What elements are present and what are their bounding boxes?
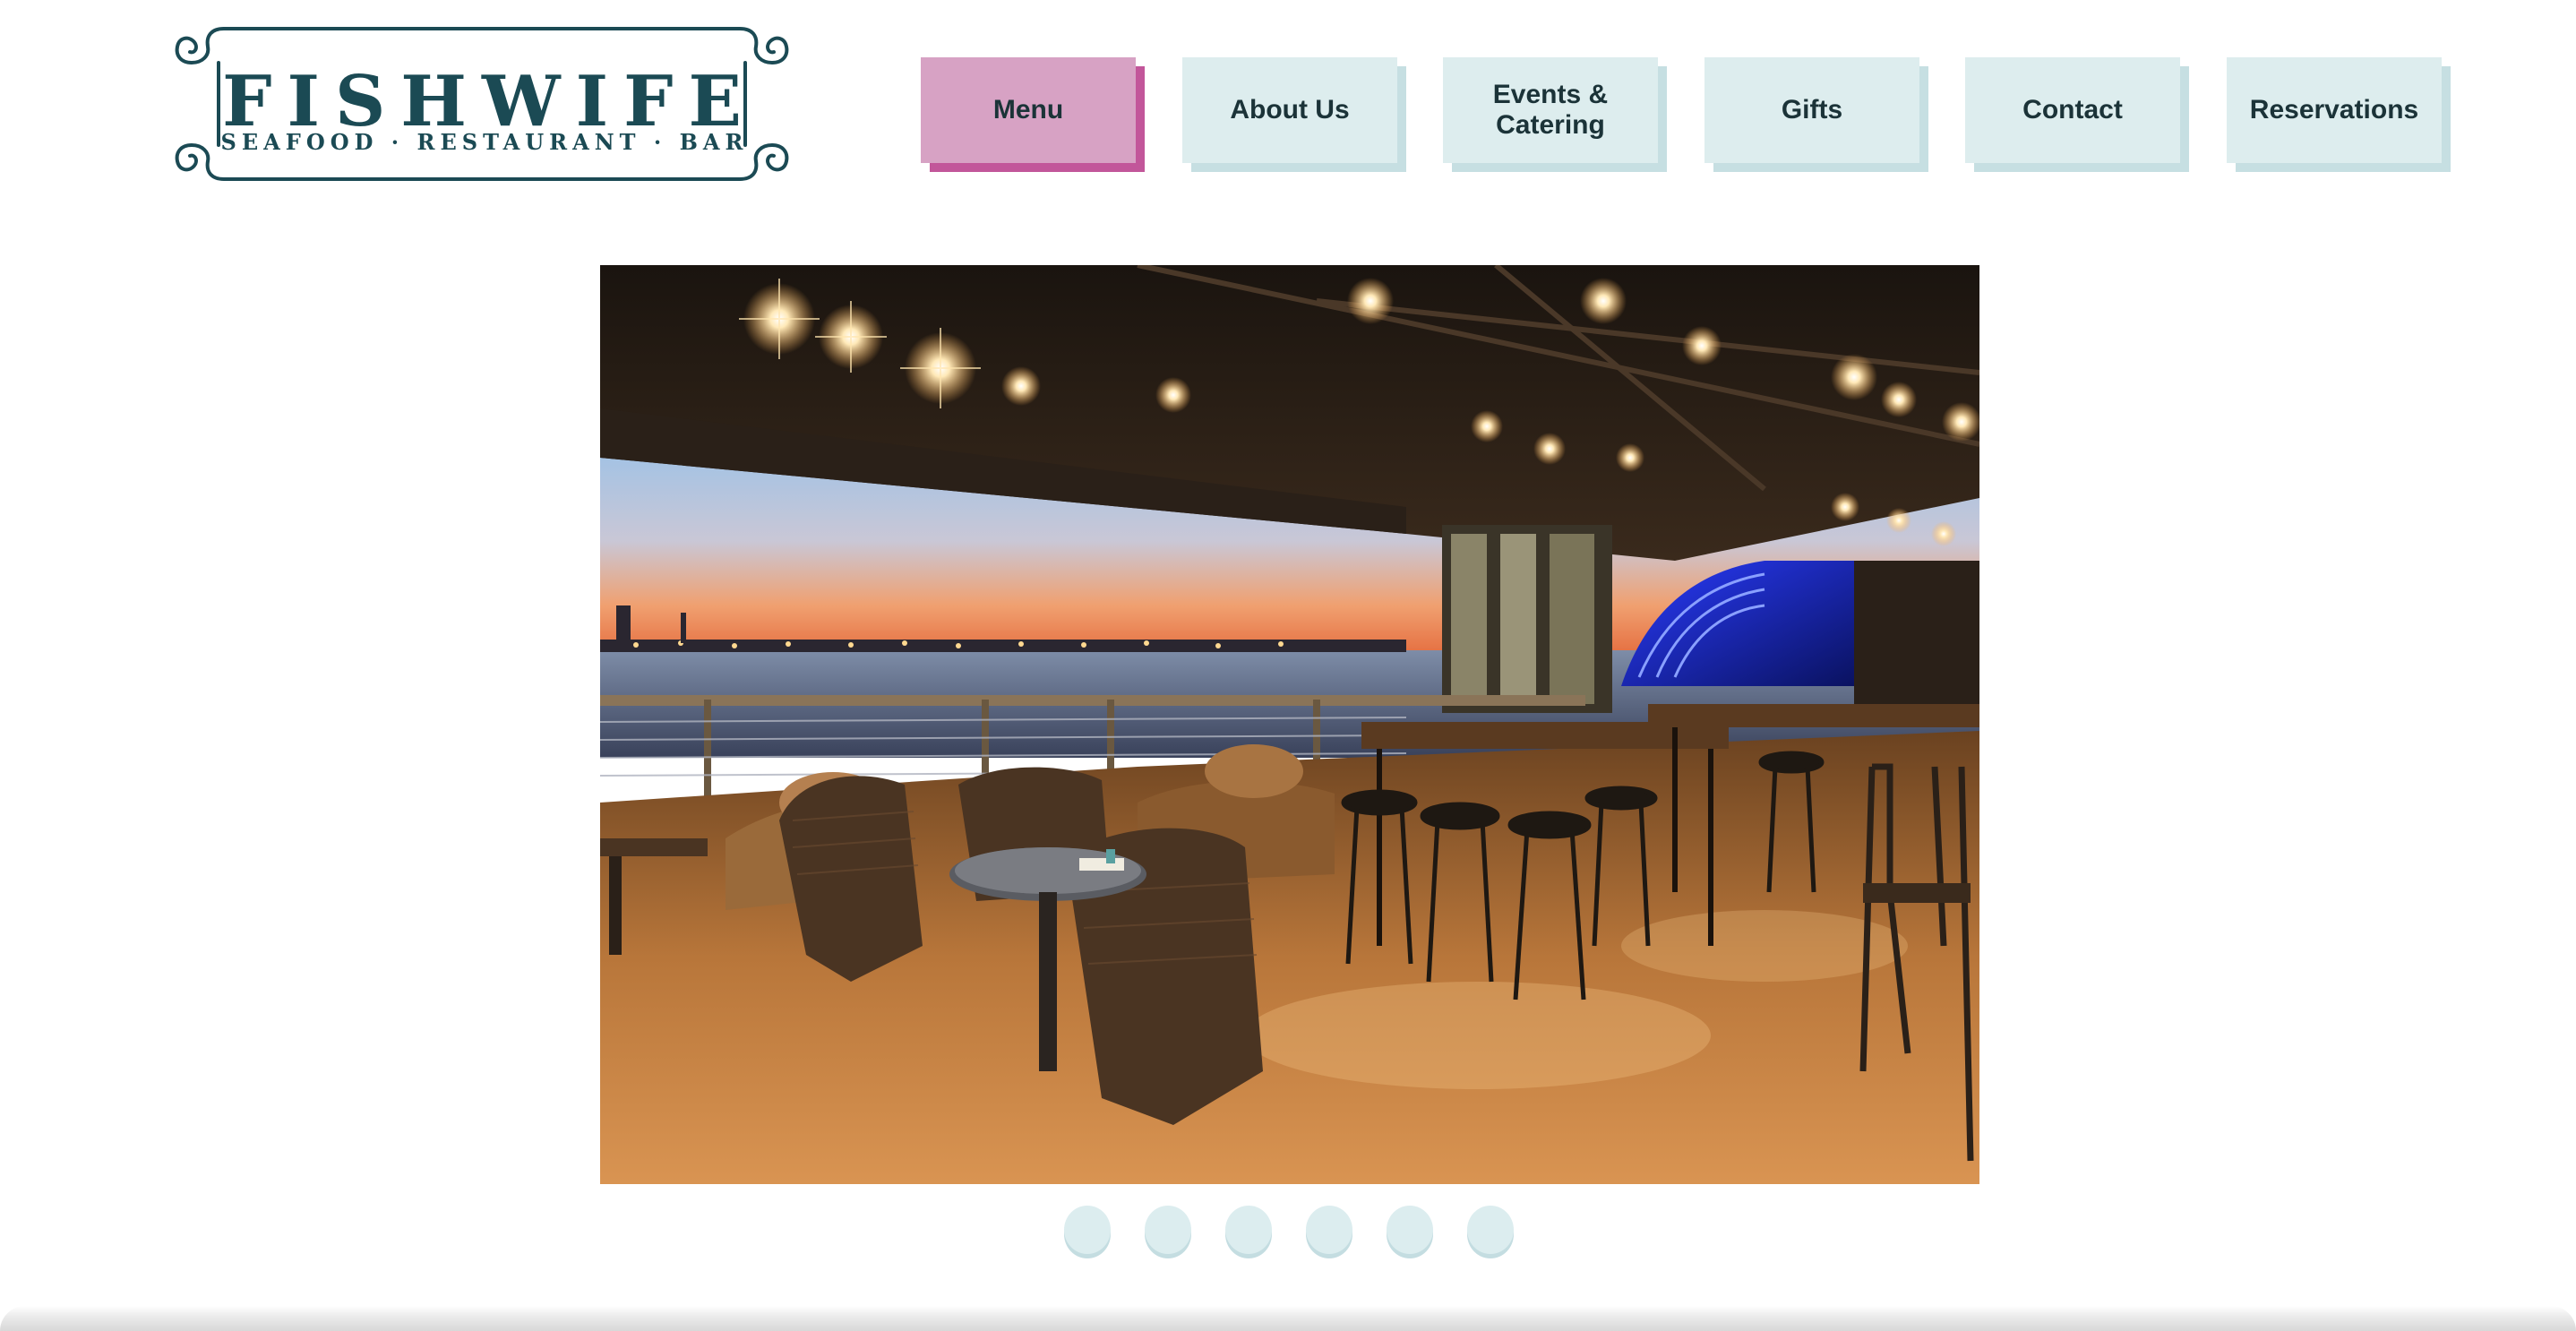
- nav-events-catering-button[interactable]: Events & Catering: [1443, 57, 1667, 172]
- button-face: Reservations: [2227, 57, 2442, 163]
- slide-dot-3[interactable]: [1225, 1206, 1272, 1254]
- nav-label: Contact: [2022, 95, 2123, 125]
- nav-reservations-button[interactable]: Reservations: [2227, 57, 2451, 172]
- slide-dot-2[interactable]: [1145, 1206, 1191, 1254]
- slide-dot-4[interactable]: [1306, 1206, 1352, 1254]
- button-face: Events & Catering: [1443, 57, 1658, 163]
- hero-slide-image: [600, 265, 1979, 1184]
- page-bottom-edge: [0, 1306, 2576, 1331]
- nav-contact-button[interactable]: Contact: [1965, 57, 2189, 172]
- nav-gifts-button[interactable]: Gifts: [1704, 57, 1928, 172]
- button-face: Contact: [1965, 57, 2180, 163]
- nav-about-us-button[interactable]: About Us: [1182, 57, 1406, 172]
- logo-subtitle: SEAFOOD · RESTAURANT · BAR: [220, 129, 749, 155]
- nav-label: Gifts: [1781, 95, 1843, 125]
- nav-label: About Us: [1230, 95, 1350, 125]
- nav-menu-button[interactable]: Menu: [921, 57, 1145, 172]
- nav-label: Menu: [992, 95, 1064, 125]
- slide-dot-1[interactable]: [1064, 1206, 1111, 1254]
- site-logo[interactable]: FISHWIFE SEAFOOD · RESTAURANT · BAR: [170, 23, 794, 185]
- button-face: About Us: [1182, 57, 1397, 163]
- nav-label: Events & Catering: [1492, 80, 1609, 140]
- button-face: Gifts: [1704, 57, 1919, 163]
- slide-dot-6[interactable]: [1467, 1206, 1514, 1254]
- slide-dot-5[interactable]: [1387, 1206, 1433, 1254]
- button-face: Menu: [921, 57, 1136, 163]
- restaurant-patio-photo: [600, 265, 1979, 1184]
- nav-label: Reservations: [2249, 95, 2419, 125]
